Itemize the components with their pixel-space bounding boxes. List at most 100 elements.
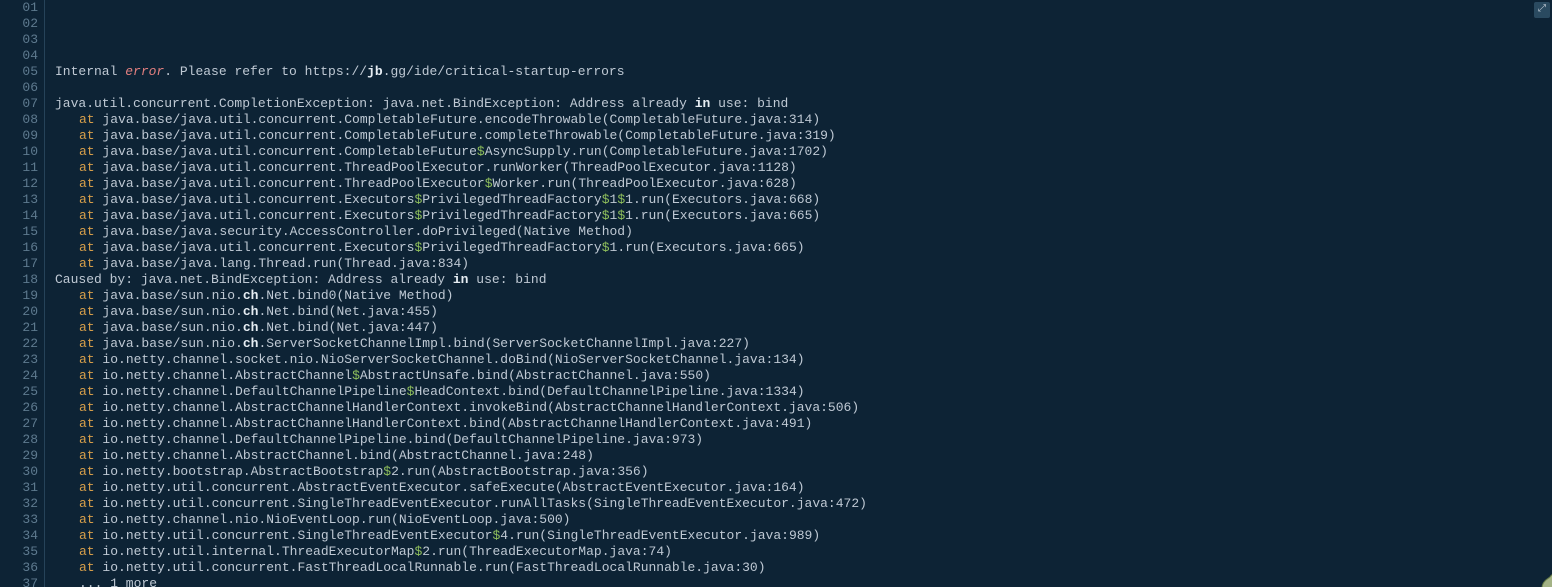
code-segment: java.base/java.lang.Thread.run(Thread.ja… bbox=[95, 256, 469, 271]
code-segment: at bbox=[79, 320, 95, 335]
code-segment: at bbox=[79, 464, 95, 479]
line-number: 02 bbox=[0, 16, 44, 32]
line-number: 20 bbox=[0, 304, 44, 320]
code-segment: error bbox=[125, 64, 164, 79]
code-segment: at bbox=[79, 352, 95, 367]
line-number: 05 bbox=[0, 64, 44, 80]
code-line: at java.base/java.lang.Thread.run(Thread… bbox=[55, 256, 1552, 272]
code-segment: Caused by: java.net.BindException: Addre… bbox=[55, 272, 453, 287]
code-segment: .ServerSocketChannelImpl.bind(ServerSock… bbox=[258, 336, 749, 351]
line-number: 27 bbox=[0, 416, 44, 432]
code-line: at io.netty.channel.DefaultChannelPipeli… bbox=[55, 384, 1552, 400]
code-segment: use: bind bbox=[710, 96, 788, 111]
line-number: 01 bbox=[0, 0, 44, 16]
line-number: 23 bbox=[0, 352, 44, 368]
code-segment: ch bbox=[243, 336, 259, 351]
code-line: at io.netty.util.internal.ThreadExecutor… bbox=[55, 544, 1552, 560]
code-segment: at bbox=[79, 336, 95, 351]
code-segment: .Net.bind0(Native Method) bbox=[258, 288, 453, 303]
code-segment: at bbox=[79, 176, 95, 191]
expand-icon[interactable]: ⤢ bbox=[1534, 2, 1550, 18]
code-segment: at bbox=[79, 480, 95, 495]
code-line: at io.netty.channel.AbstractChannel$Abst… bbox=[55, 368, 1552, 384]
code-segment: at bbox=[79, 240, 95, 255]
line-number: 16 bbox=[0, 240, 44, 256]
code-area[interactable]: Internal error. Please refer to https://… bbox=[45, 0, 1552, 587]
code-segment: at bbox=[79, 528, 95, 543]
code-segment: at bbox=[79, 384, 95, 399]
line-number: 07 bbox=[0, 96, 44, 112]
code-segment: java.base/java.util.concurrent.ThreadPoo… bbox=[95, 160, 797, 175]
code-segment: at bbox=[79, 208, 95, 223]
line-number: 08 bbox=[0, 112, 44, 128]
code-segment: at bbox=[79, 432, 95, 447]
line-number: 04 bbox=[0, 48, 44, 64]
line-number: 26 bbox=[0, 400, 44, 416]
line-number: 10 bbox=[0, 144, 44, 160]
code-segment: $ bbox=[477, 144, 485, 159]
line-number: 15 bbox=[0, 224, 44, 240]
code-line: at java.base/java.util.concurrent.Comple… bbox=[55, 112, 1552, 128]
line-number: 25 bbox=[0, 384, 44, 400]
code-segment: java.base/sun.nio. bbox=[95, 336, 243, 351]
code-line: at io.netty.util.concurrent.FastThreadLo… bbox=[55, 560, 1552, 576]
code-segment: at bbox=[79, 560, 95, 575]
code-segment: ... 1 more bbox=[79, 576, 157, 587]
editor-pane: 0102030405060708091011121314151617181920… bbox=[0, 0, 1552, 587]
line-number: 28 bbox=[0, 432, 44, 448]
code-line: at java.base/java.util.concurrent.Thread… bbox=[55, 176, 1552, 192]
code-segment: java.base/java.util.concurrent.Completab… bbox=[95, 144, 477, 159]
code-segment: java.util.concurrent.CompletionException… bbox=[55, 96, 695, 111]
code-segment: io.netty.channel.nio.NioEventLoop.run(Ni… bbox=[95, 512, 571, 527]
code-segment: io.netty.util.internal.ThreadExecutorMap bbox=[95, 544, 415, 559]
code-segment: io.netty.channel.DefaultChannelPipeline.… bbox=[95, 432, 704, 447]
code-segment: 4.run(SingleThreadEventExecutor.java:989… bbox=[500, 528, 820, 543]
line-number: 18 bbox=[0, 272, 44, 288]
code-segment: java.base/sun.nio. bbox=[95, 288, 243, 303]
line-number: 03 bbox=[0, 32, 44, 48]
code-line: ... 1 more bbox=[55, 576, 1552, 587]
code-segment: Worker.run(ThreadPoolExecutor.java:628) bbox=[493, 176, 797, 191]
code-line: at io.netty.channel.nio.NioEventLoop.run… bbox=[55, 512, 1552, 528]
code-segment: jb bbox=[367, 64, 383, 79]
code-line: at io.netty.util.concurrent.SingleThread… bbox=[55, 496, 1552, 512]
code-segment: at bbox=[79, 192, 95, 207]
line-number: 11 bbox=[0, 160, 44, 176]
code-line: at java.base/sun.nio.ch.Net.bind(Net.jav… bbox=[55, 320, 1552, 336]
code-segment: 1.run(Executors.java:665) bbox=[610, 240, 805, 255]
code-segment: io.netty.channel.AbstractChannelHandlerC… bbox=[95, 400, 860, 415]
code-segment: at bbox=[79, 160, 95, 175]
code-segment: PrivilegedThreadFactory bbox=[422, 240, 601, 255]
code-segment: ch bbox=[243, 304, 259, 319]
code-segment: in bbox=[695, 96, 711, 111]
line-number: 24 bbox=[0, 368, 44, 384]
line-number: 31 bbox=[0, 480, 44, 496]
code-segment: $ bbox=[602, 208, 610, 223]
code-segment: ch bbox=[243, 288, 259, 303]
code-segment: $ bbox=[602, 192, 610, 207]
line-number: 14 bbox=[0, 208, 44, 224]
code-segment: AbstractUnsafe.bind(AbstractChannel.java… bbox=[360, 368, 711, 383]
code-line: at io.netty.channel.AbstractChannelHandl… bbox=[55, 416, 1552, 432]
code-line bbox=[55, 80, 1552, 96]
code-line: at io.netty.bootstrap.AbstractBootstrap$… bbox=[55, 464, 1552, 480]
code-line: at io.netty.channel.socket.nio.NioServer… bbox=[55, 352, 1552, 368]
line-number: 37 bbox=[0, 576, 44, 587]
code-segment: at bbox=[79, 448, 95, 463]
code-line: at java.base/java.util.concurrent.Execut… bbox=[55, 192, 1552, 208]
code-line: at java.base/sun.nio.ch.ServerSocketChan… bbox=[55, 336, 1552, 352]
code-segment: java.base/java.util.concurrent.Completab… bbox=[95, 128, 836, 143]
line-number: 12 bbox=[0, 176, 44, 192]
code-segment: io.netty.channel.AbstractChannel.bind(Ab… bbox=[95, 448, 594, 463]
line-number: 22 bbox=[0, 336, 44, 352]
code-segment: in bbox=[453, 272, 469, 287]
code-segment: $ bbox=[352, 368, 360, 383]
code-segment: PrivilegedThreadFactory bbox=[422, 192, 601, 207]
code-segment: at bbox=[79, 416, 95, 431]
code-line: at java.base/java.security.AccessControl… bbox=[55, 224, 1552, 240]
code-line: at java.base/sun.nio.ch.Net.bind(Net.jav… bbox=[55, 304, 1552, 320]
code-line: at io.netty.util.concurrent.SingleThread… bbox=[55, 528, 1552, 544]
code-line: at java.base/java.util.concurrent.Comple… bbox=[55, 128, 1552, 144]
code-segment: io.netty.channel.DefaultChannelPipeline bbox=[95, 384, 407, 399]
line-number: 36 bbox=[0, 560, 44, 576]
